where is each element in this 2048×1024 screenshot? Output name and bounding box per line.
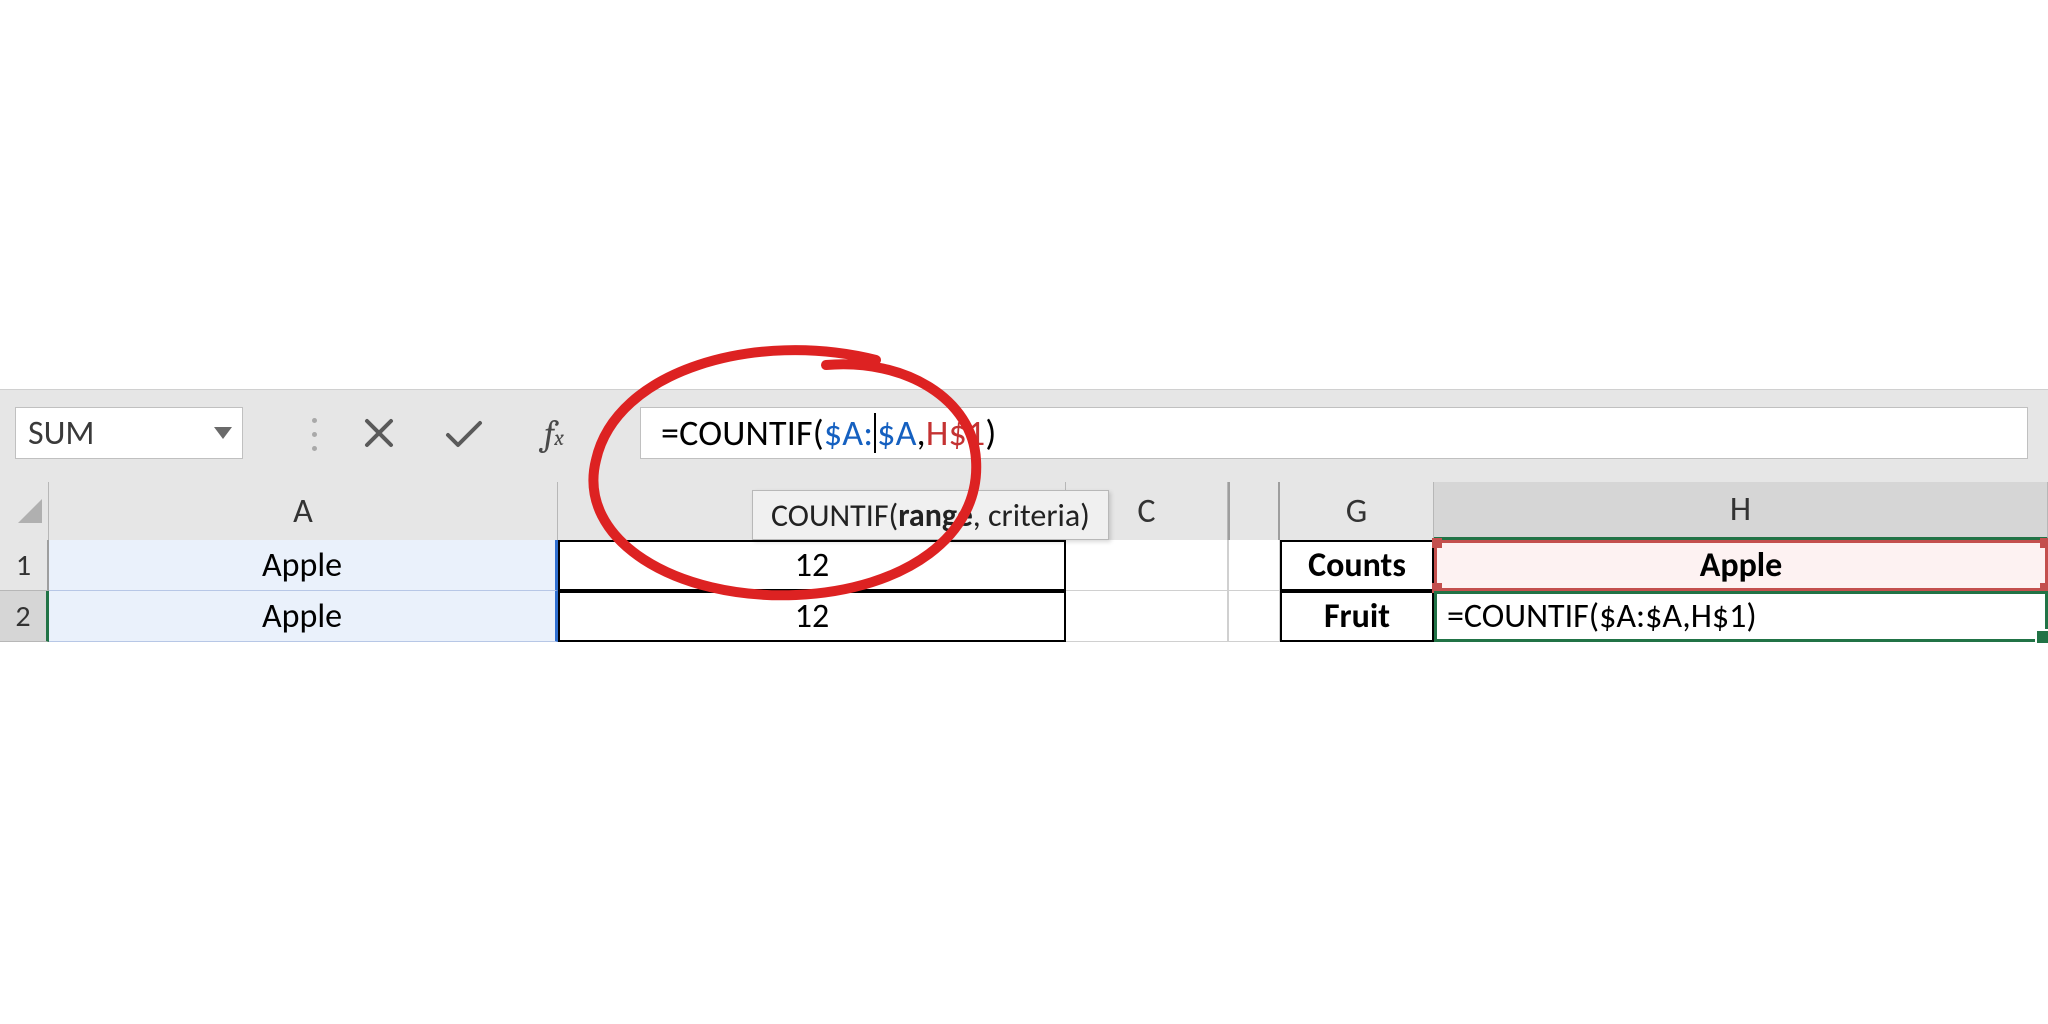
name-box-value: SUM bbox=[28, 413, 95, 454]
hidden-columns-indicator[interactable] bbox=[1228, 482, 1280, 540]
cancel-button[interactable] bbox=[345, 407, 413, 459]
tooltip-fn: COUNTIF( bbox=[771, 496, 898, 535]
cell-A1[interactable]: Apple bbox=[49, 540, 558, 591]
formula-ref-range-b: $A bbox=[877, 411, 916, 455]
formula-text-suffix: ) bbox=[985, 411, 996, 455]
column-header-G[interactable]: G bbox=[1280, 482, 1434, 540]
column-header-H[interactable]: H bbox=[1434, 482, 2048, 540]
formula-sep: , bbox=[917, 411, 926, 455]
select-all-triangle[interactable] bbox=[0, 482, 49, 540]
formula-ref-criteria: H$1 bbox=[926, 411, 986, 455]
grid: 1 Apple 12 Counts Apple 2 Apple 12 Fruit… bbox=[0, 540, 2048, 642]
cell-B2[interactable]: 12 bbox=[558, 591, 1066, 642]
range-handle-icon bbox=[2040, 538, 2048, 548]
enter-button[interactable] bbox=[430, 407, 498, 459]
cell-G1[interactable]: Counts bbox=[1280, 540, 1434, 591]
cell-A2[interactable]: Apple bbox=[49, 591, 558, 642]
name-box-dropdown-icon[interactable] bbox=[214, 427, 232, 439]
column-header-A[interactable]: A bbox=[49, 482, 558, 540]
cell-B1[interactable]: 12 bbox=[558, 540, 1066, 591]
row-header-2[interactable]: 2 bbox=[0, 591, 49, 642]
name-box[interactable]: SUM bbox=[15, 407, 243, 459]
cell-gap-1 bbox=[1228, 540, 1280, 591]
cell-gap-2 bbox=[1228, 591, 1280, 642]
tooltip-rest: , criteria) bbox=[973, 496, 1090, 535]
cell-C2[interactable] bbox=[1066, 591, 1228, 642]
cell-C1[interactable] bbox=[1066, 540, 1228, 591]
formula-ref-range-a: $A: bbox=[824, 411, 873, 455]
cell-G2[interactable]: Fruit bbox=[1280, 591, 1434, 642]
function-tooltip: COUNTIF(range, criteria) bbox=[752, 490, 1109, 540]
text-caret bbox=[874, 413, 876, 453]
formula-bar: SUM fx =COUNTIF($A:$A,H$1) bbox=[0, 389, 2048, 484]
insert-function-button[interactable]: fx bbox=[520, 407, 588, 459]
cell-H1[interactable]: Apple bbox=[1434, 540, 2048, 591]
fill-handle[interactable] bbox=[2035, 629, 2048, 645]
cell-H2[interactable]: =COUNTIF($A:$A,H$1) bbox=[1434, 591, 2048, 642]
row-1: 1 Apple 12 Counts Apple bbox=[0, 540, 2048, 591]
row-2: 2 Apple 12 Fruit =COUNTIF($A:$A,H$1) bbox=[0, 591, 2048, 642]
formula-input[interactable]: =COUNTIF($A:$A,H$1) bbox=[640, 407, 2028, 459]
row-header-1[interactable]: 1 bbox=[0, 540, 49, 591]
formula-text-prefix: =COUNTIF( bbox=[661, 411, 824, 455]
range-handle-icon bbox=[1432, 538, 1442, 548]
formula-bar-separator bbox=[312, 410, 322, 458]
tooltip-current-arg: range bbox=[898, 496, 973, 535]
